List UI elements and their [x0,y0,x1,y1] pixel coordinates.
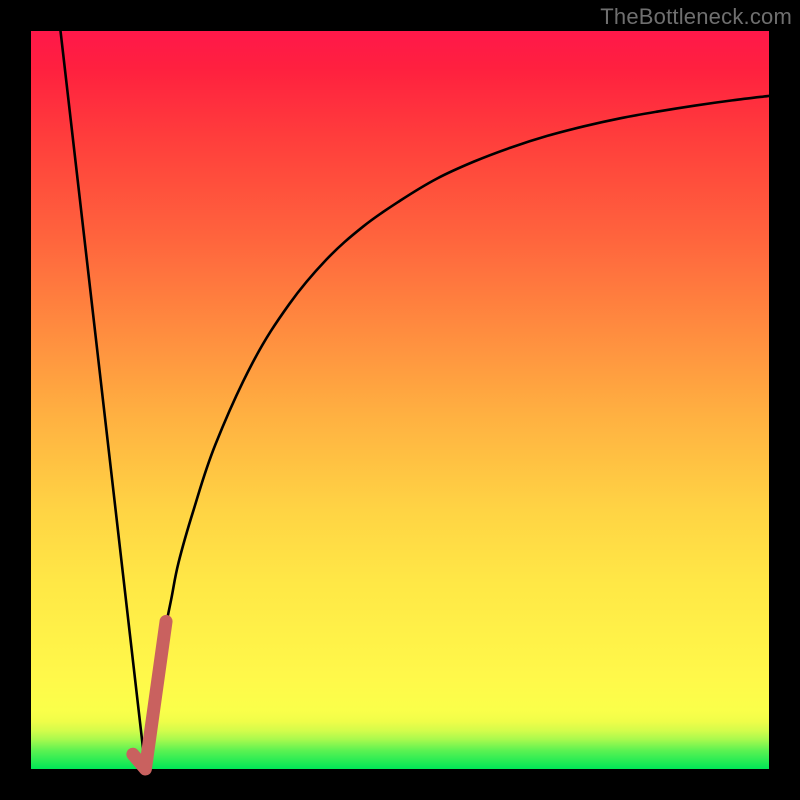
chart-svg [31,31,769,769]
left-line [61,31,146,769]
right-curve [145,96,769,769]
chart-frame: TheBottleneck.com [0,0,800,800]
chart-plot-area [31,31,769,769]
watermark-text: TheBottleneck.com [600,4,792,30]
